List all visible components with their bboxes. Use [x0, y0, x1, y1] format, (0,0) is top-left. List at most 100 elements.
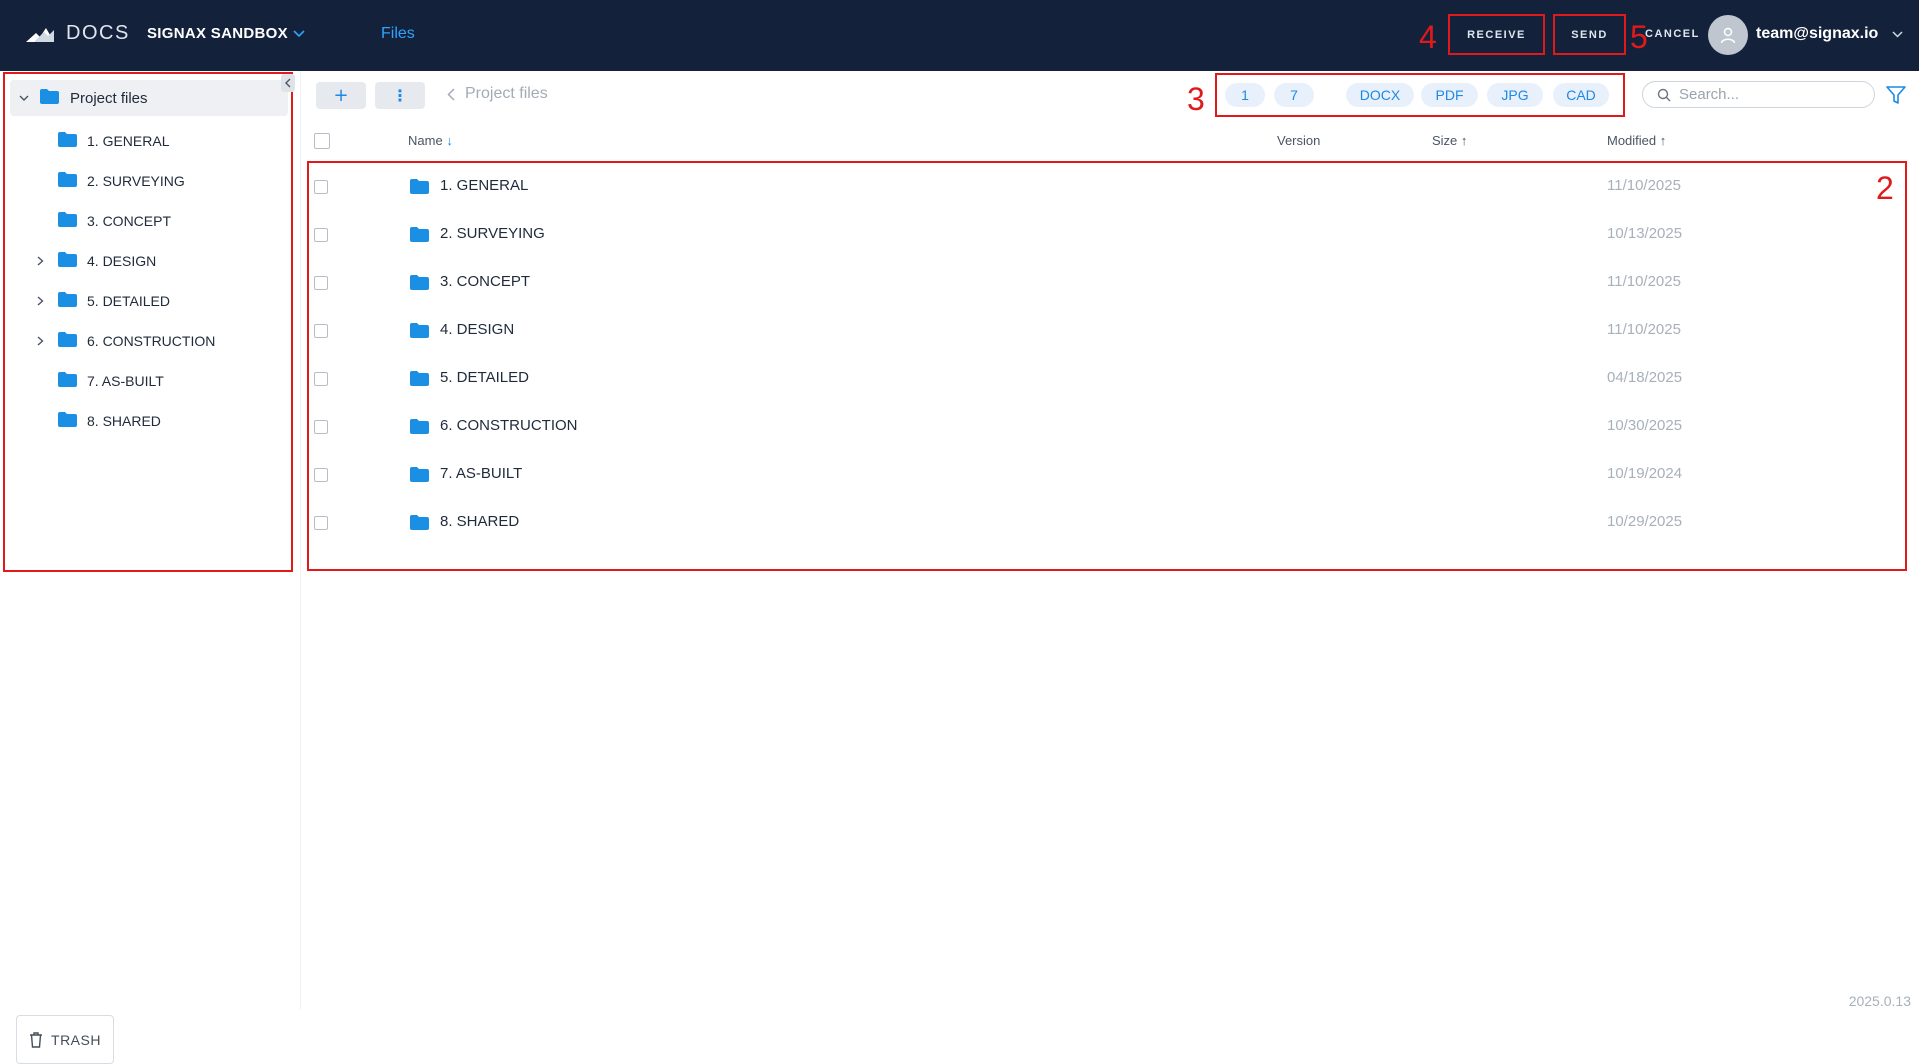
row-checkbox[interactable]: [314, 468, 328, 482]
table-row[interactable]: 4. DESIGN 11/10/2025: [306, 307, 1904, 355]
table-row[interactable]: 6. CONSTRUCTION 10/30/2025: [306, 403, 1904, 451]
tree-item[interactable]: 2. SURVEYING: [32, 166, 185, 196]
row-name[interactable]: 4. DESIGN: [440, 321, 514, 338]
tree-item[interactable]: 3. CONCEPT: [32, 206, 171, 236]
breadcrumb-label: Project files: [465, 85, 548, 102]
filter-chip-7[interactable]: 7: [1274, 83, 1314, 107]
row-name[interactable]: 3. CONCEPT: [440, 273, 530, 290]
collapse-sidebar-button[interactable]: [281, 74, 295, 92]
tree-item-label: 8. SHARED: [87, 413, 161, 429]
row-name[interactable]: 1. GENERAL: [440, 177, 528, 194]
tree-item[interactable]: 1. GENERAL: [32, 126, 169, 156]
filter-chip-jpg[interactable]: JPG: [1487, 83, 1543, 107]
cancel-button[interactable]: CANCEL: [1645, 28, 1700, 40]
tree-item[interactable]: 5. DETAILED: [32, 286, 170, 316]
annotation-label-3: 3: [1187, 81, 1205, 117]
tree-item[interactable]: 6. CONSTRUCTION: [32, 326, 215, 356]
table-row[interactable]: 2. SURVEYING 10/13/2025: [306, 211, 1904, 259]
chevron-left-icon: [285, 78, 291, 88]
folder-icon: [410, 227, 429, 246]
row-checkbox[interactable]: [314, 228, 328, 242]
folder-icon: [58, 331, 77, 351]
row-checkbox[interactable]: [314, 324, 328, 338]
row-name[interactable]: 8. SHARED: [440, 513, 519, 530]
annotation-label-5: 5: [1630, 19, 1648, 55]
sort-up-icon: ↑: [1659, 133, 1667, 148]
folder-icon: [410, 179, 429, 198]
breadcrumb[interactable]: Project files: [447, 85, 548, 103]
search-input[interactable]: [1677, 85, 1861, 104]
chevron-right-icon[interactable]: [32, 333, 48, 349]
logo-icon: [26, 27, 54, 42]
filter-button[interactable]: [1884, 84, 1908, 106]
filter-chip-pdf[interactable]: PDF: [1421, 83, 1478, 107]
folder-icon: [58, 371, 77, 391]
folder-icon: [410, 515, 429, 534]
table-row[interactable]: 1. GENERAL 11/10/2025: [306, 163, 1904, 211]
tree-item-label: 2. SURVEYING: [87, 173, 185, 189]
folder-icon: [410, 467, 429, 486]
filter-chip-1[interactable]: 1: [1225, 83, 1265, 107]
folder-icon: [410, 275, 429, 294]
tree-item-label: 3. CONCEPT: [87, 213, 172, 229]
receive-button[interactable]: RECEIVE: [1448, 14, 1545, 55]
app-name: DOCS: [66, 22, 130, 44]
tree-item-label: 5. DETAILED: [87, 293, 170, 309]
row-modified: 11/10/2025: [1607, 273, 1681, 290]
trash-button[interactable]: TRASH: [16, 1015, 114, 1064]
tree-item-project-files[interactable]: Project files: [10, 80, 288, 116]
chevron-right-icon[interactable]: [32, 293, 48, 309]
app-logo[interactable]: DOCS: [26, 22, 130, 45]
table-row[interactable]: 3. CONCEPT 11/10/2025: [306, 259, 1904, 307]
user-menu[interactable]: team@signax.io: [1756, 25, 1903, 43]
folder-icon: [40, 88, 59, 108]
column-header-version[interactable]: Version: [1277, 133, 1320, 148]
row-checkbox[interactable]: [314, 372, 328, 386]
row-checkbox[interactable]: [314, 180, 328, 194]
row-name[interactable]: 6. CONSTRUCTION: [440, 417, 578, 434]
avatar[interactable]: [1708, 15, 1748, 55]
nav-files-link[interactable]: Files: [381, 25, 415, 43]
column-header-name[interactable]: Name ↓: [408, 133, 453, 148]
row-modified: 10/19/2024: [1607, 465, 1683, 482]
column-header-modified[interactable]: Modified ↑: [1607, 133, 1666, 148]
chevron-right-icon[interactable]: [32, 253, 48, 269]
tree-item-label: Project files: [70, 89, 148, 107]
user-email: team@signax.io: [1756, 25, 1879, 42]
row-checkbox[interactable]: [314, 420, 328, 434]
tree-item[interactable]: 4. DESIGN: [32, 246, 156, 276]
row-checkbox[interactable]: [314, 276, 328, 290]
tree-item-label: 1. GENERAL: [87, 133, 170, 149]
more-options-button[interactable]: ⋮: [375, 82, 425, 109]
project-selector[interactable]: SIGNAX SANDBOX: [147, 25, 305, 42]
filter-chip-docx[interactable]: DOCX: [1346, 83, 1414, 107]
row-modified: 04/18/2025: [1607, 369, 1683, 386]
table-row[interactable]: 5. DETAILED 04/18/2025: [306, 355, 1904, 403]
row-modified: 11/10/2025: [1607, 321, 1681, 338]
send-button[interactable]: SEND: [1553, 14, 1626, 55]
tree-item[interactable]: 7. AS-BUILT: [32, 366, 164, 396]
table-row[interactable]: 8. SHARED 10/29/2025: [306, 499, 1904, 547]
folder-icon: [58, 131, 77, 151]
row-name[interactable]: 7. AS-BUILT: [440, 465, 522, 482]
row-checkbox[interactable]: [314, 516, 328, 530]
column-header-modified-label: Modified: [1607, 133, 1657, 148]
filter-chip-cad[interactable]: CAD: [1553, 83, 1609, 107]
filter-icon: [1886, 86, 1906, 104]
add-button[interactable]: +: [316, 82, 366, 109]
table-row[interactable]: 7. AS-BUILT 10/19/2024: [306, 451, 1904, 499]
folder-icon: [410, 371, 429, 390]
select-all-checkbox[interactable]: [314, 133, 330, 149]
tree-item-label: 4. DESIGN: [87, 253, 157, 269]
project-name: SIGNAX SANDBOX: [147, 25, 288, 42]
tree-item[interactable]: 8. SHARED: [32, 406, 161, 436]
row-name[interactable]: 5. DETAILED: [440, 369, 529, 386]
chevron-down-icon[interactable]: [16, 90, 32, 106]
column-header-size[interactable]: Size ↑: [1432, 133, 1467, 148]
row-name[interactable]: 2. SURVEYING: [440, 225, 545, 242]
folder-icon: [58, 411, 77, 431]
search-box[interactable]: [1642, 81, 1875, 108]
